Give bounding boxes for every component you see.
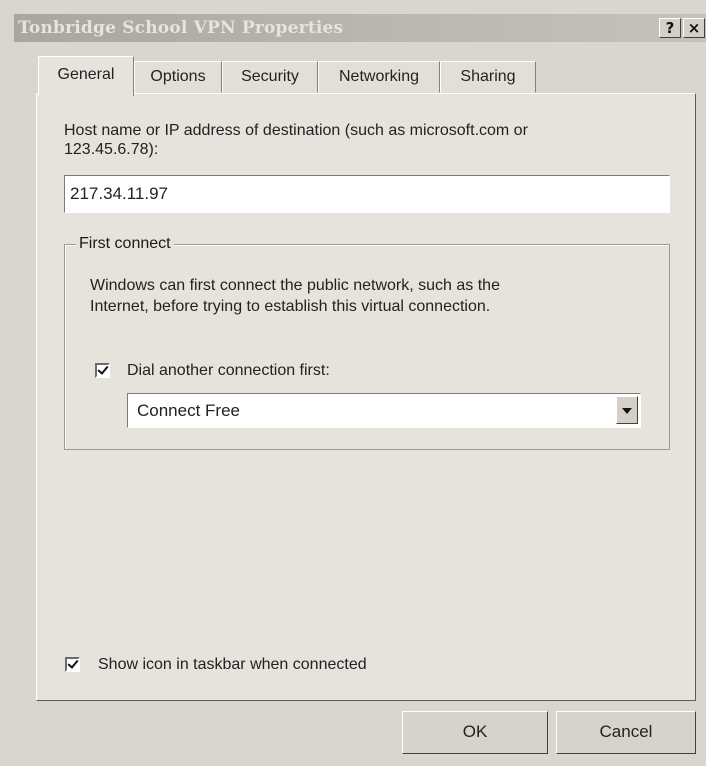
tab-general[interactable]: General xyxy=(38,56,134,96)
first-connect-description-line1: Windows can first connect the public net… xyxy=(90,277,500,294)
host-address-input[interactable]: 217.34.11.97 xyxy=(64,175,670,213)
connection-select[interactable]: Connect Free xyxy=(127,393,641,428)
host-label-line2: 123.45.6.78): xyxy=(64,141,159,158)
host-label-line1: Host name or IP address of destination (… xyxy=(64,122,528,139)
tab-networking[interactable]: Networking xyxy=(318,61,440,93)
close-button[interactable]: × xyxy=(683,18,705,38)
ok-button[interactable]: OK xyxy=(402,711,548,754)
show-icon-label[interactable]: Show icon in taskbar when connected xyxy=(98,655,367,674)
connection-select-value: Connect Free xyxy=(137,401,240,420)
dial-another-checkbox[interactable] xyxy=(95,363,110,378)
first-connect-description-line2: Internet, before trying to establish thi… xyxy=(90,298,491,315)
help-button[interactable]: ? xyxy=(659,18,681,38)
cancel-button[interactable]: Cancel xyxy=(556,711,696,754)
title-bar[interactable]: Tonbridge School VPN Properties ? × xyxy=(14,14,706,42)
chevron-down-icon[interactable] xyxy=(616,396,638,424)
tab-sharing[interactable]: Sharing xyxy=(440,61,536,93)
tab-security[interactable]: Security xyxy=(222,61,318,93)
tab-options[interactable]: Options xyxy=(134,61,222,93)
window-title: Tonbridge School VPN Properties xyxy=(18,18,344,38)
first-connect-legend: First connect xyxy=(76,235,174,253)
show-icon-checkbox[interactable] xyxy=(65,657,80,672)
dial-another-label[interactable]: Dial another connection first: xyxy=(127,361,330,380)
